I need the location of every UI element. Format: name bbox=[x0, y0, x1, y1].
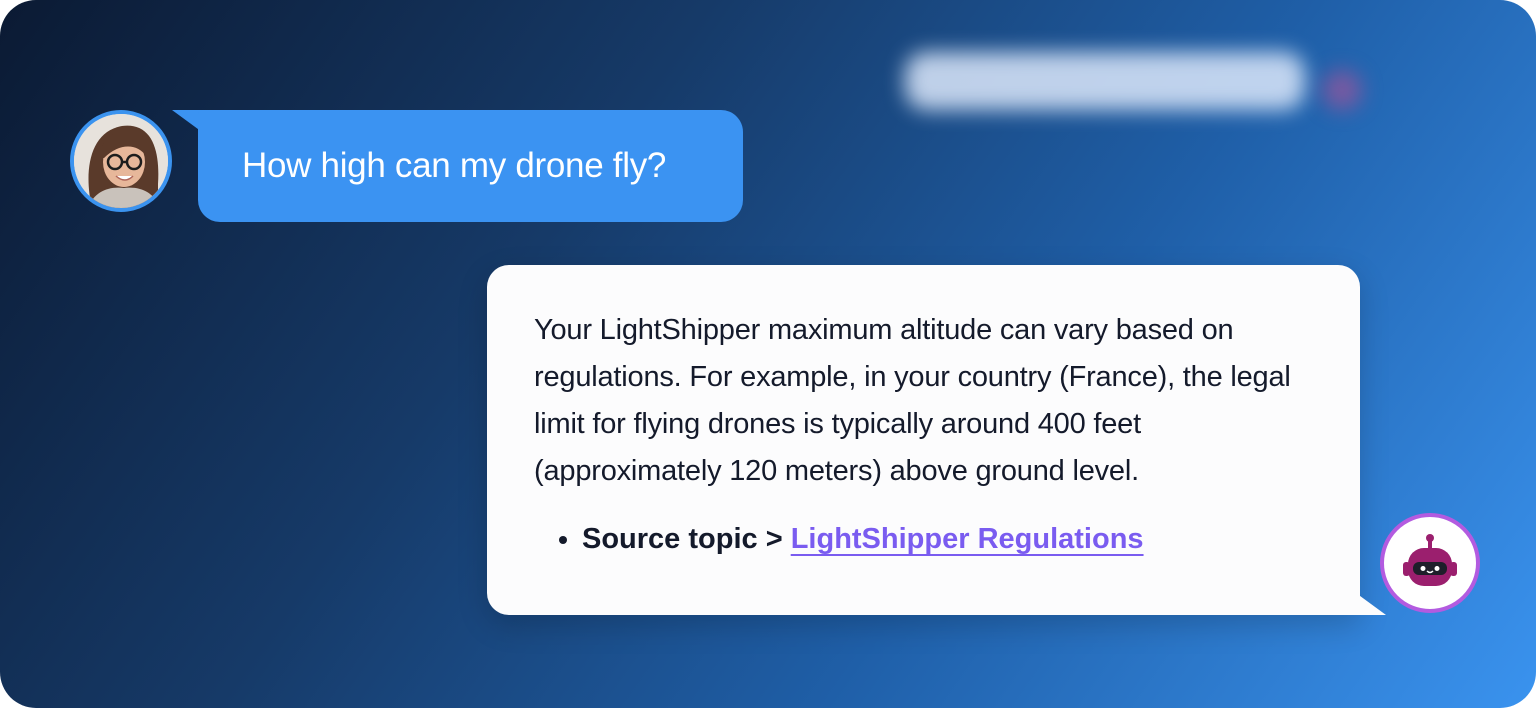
chat-canvas: How high can my drone fly? Your LightShi… bbox=[0, 0, 1536, 708]
user-message-bubble: How high can my drone fly? bbox=[198, 110, 743, 222]
blurred-input-decoration bbox=[905, 52, 1305, 110]
bot-source-list: Source topic > LightShipper Regulations bbox=[534, 519, 1314, 559]
robot-icon bbox=[1403, 534, 1457, 586]
source-topic-link[interactable]: LightShipper Regulations bbox=[791, 523, 1144, 555]
user-avatar bbox=[70, 110, 172, 212]
list-item: Source topic > LightShipper Regulations bbox=[582, 519, 1314, 559]
user-message-text: How high can my drone fly? bbox=[242, 146, 667, 185]
bot-bubble-tail bbox=[1356, 593, 1386, 615]
user-avatar-photo bbox=[74, 114, 168, 208]
blurred-dot-decoration bbox=[1322, 70, 1362, 110]
bot-message-text: Your LightShipper maximum altitude can v… bbox=[534, 314, 1291, 487]
bot-avatar bbox=[1380, 513, 1480, 613]
source-topic-label: Source topic > bbox=[582, 523, 791, 555]
bot-message-bubble: Your LightShipper maximum altitude can v… bbox=[487, 265, 1360, 615]
